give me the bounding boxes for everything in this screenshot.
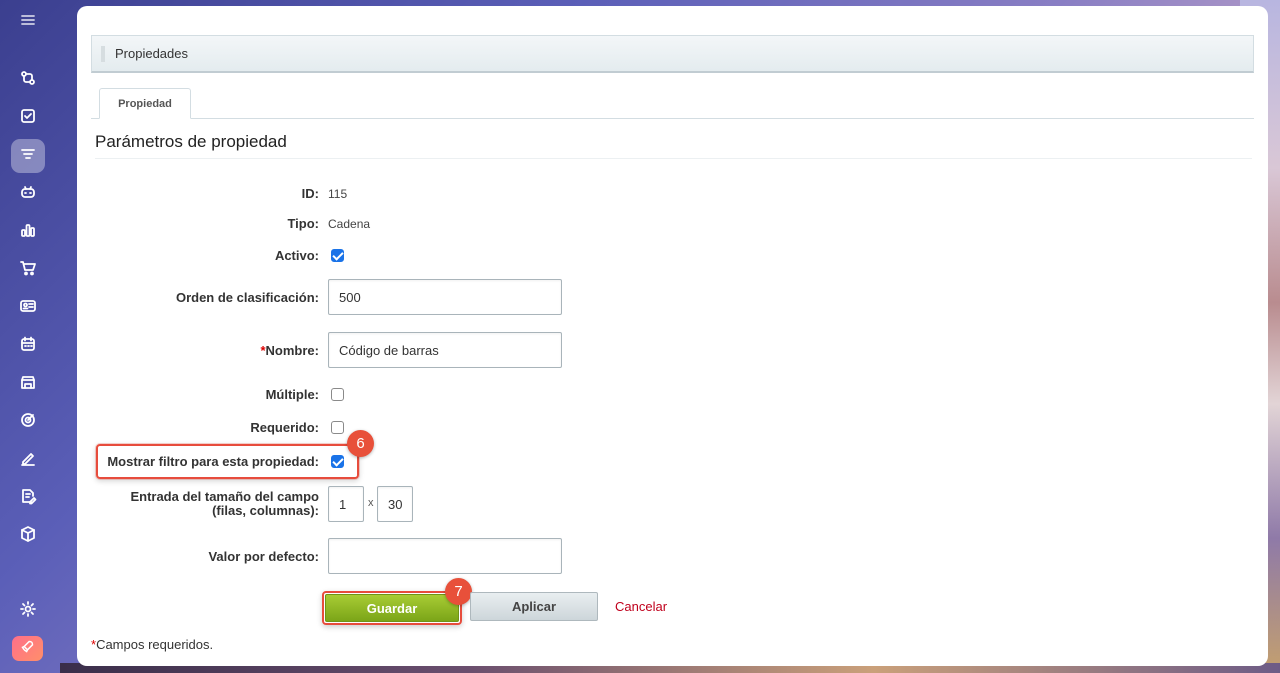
- header-accent-bar: [101, 45, 105, 62]
- sort-label: Orden de clasificación:: [175, 290, 319, 305]
- default-value-input[interactable]: [328, 538, 562, 574]
- required-fields-note: *Campos requeridos.: [91, 637, 213, 652]
- active-checkbox[interactable]: [331, 249, 344, 262]
- cols-input[interactable]: [377, 486, 413, 522]
- rows-input[interactable]: [328, 486, 364, 522]
- sidebar-item-calendar[interactable]: [11, 329, 45, 363]
- multiple-checkbox[interactable]: [331, 388, 344, 401]
- sidebar-item-cart[interactable]: [11, 253, 45, 287]
- sidebar-item-analytics[interactable]: [11, 215, 45, 249]
- step-badge-6: 6: [347, 430, 374, 457]
- id-label: ID:: [301, 186, 319, 201]
- step-badge-7: 7: [445, 578, 472, 605]
- sort-input[interactable]: [328, 279, 562, 315]
- target-icon: [19, 411, 37, 434]
- sidebar-item-tasks[interactable]: [11, 101, 45, 135]
- name-label: *Nombre:: [260, 343, 319, 358]
- filter-checkbox[interactable]: [331, 455, 344, 468]
- sidebar-item-inventory[interactable]: [11, 519, 45, 553]
- required-checkbox[interactable]: [331, 421, 344, 434]
- name-input[interactable]: [328, 332, 562, 368]
- active-label: Activo:: [274, 248, 319, 263]
- catalog-icon: [19, 145, 37, 168]
- robot-icon: [19, 183, 37, 206]
- id-value: 115: [328, 187, 348, 201]
- sign-icon: [19, 449, 37, 472]
- sidebar-item-target[interactable]: [11, 405, 45, 439]
- section-title: Parámetros de propiedad: [95, 132, 287, 151]
- sidebar-item-robot[interactable]: [11, 177, 45, 211]
- sidebar-item-documents[interactable]: [11, 481, 45, 515]
- sidebar-item-catalog[interactable]: [11, 139, 45, 173]
- sidebar-item-store[interactable]: [11, 367, 45, 401]
- sidebar-item-settings[interactable]: [11, 594, 45, 628]
- document-edit-icon: [19, 487, 37, 510]
- filter-label: Mostrar filtro para esta propiedad:: [107, 454, 319, 469]
- multiple-label: Múltiple:: [265, 387, 319, 402]
- tasks-icon: [19, 107, 37, 130]
- save-button[interactable]: Guardar: [325, 594, 459, 622]
- section-divider: [95, 158, 1252, 159]
- size-separator: x: [368, 497, 374, 509]
- cancel-link[interactable]: Cancelar: [615, 599, 667, 614]
- flow-icon: [19, 69, 37, 92]
- properties-header: Propiedades: [91, 35, 1254, 73]
- default-label: Valor por defecto:: [208, 549, 319, 564]
- type-label: Tipo:: [287, 216, 319, 231]
- sidebar-item-upgrade[interactable]: [12, 636, 43, 661]
- analytics-icon: [19, 221, 37, 244]
- size-label-line1: Entrada del tamaño del campo: [130, 489, 319, 504]
- type-value: Cadena: [328, 217, 371, 231]
- rocket-icon: [20, 639, 35, 659]
- menu-button[interactable]: [11, 5, 45, 39]
- sidebar-item-contacts[interactable]: [11, 291, 45, 325]
- main-panel: Propiedades Propiedad Parámetros de prop…: [77, 6, 1268, 666]
- cart-icon: [19, 259, 37, 282]
- apply-button[interactable]: Aplicar: [470, 592, 598, 621]
- box-icon: [19, 525, 37, 548]
- name-label-text: Nombre:: [265, 343, 319, 358]
- left-sidebar: [0, 0, 56, 673]
- store-icon: [19, 373, 37, 396]
- settings-icon: [19, 600, 37, 623]
- footnote-text: Campos requeridos.: [96, 637, 214, 652]
- sidebar-item-flow[interactable]: [11, 63, 45, 97]
- size-label: Entrada del tamaño del campo (filas, col…: [130, 490, 319, 518]
- menu-icon: [19, 11, 37, 34]
- size-label-line2: (filas, columnas):: [212, 503, 319, 518]
- required-label: Requerido:: [250, 420, 319, 435]
- tab-bar: Propiedad: [91, 88, 1254, 119]
- page-title: Propiedades: [115, 46, 188, 61]
- contact-card-icon: [19, 297, 37, 320]
- tab-propiedad[interactable]: Propiedad: [99, 88, 191, 119]
- calendar-icon: [19, 335, 37, 358]
- sidebar-item-sign[interactable]: [11, 443, 45, 477]
